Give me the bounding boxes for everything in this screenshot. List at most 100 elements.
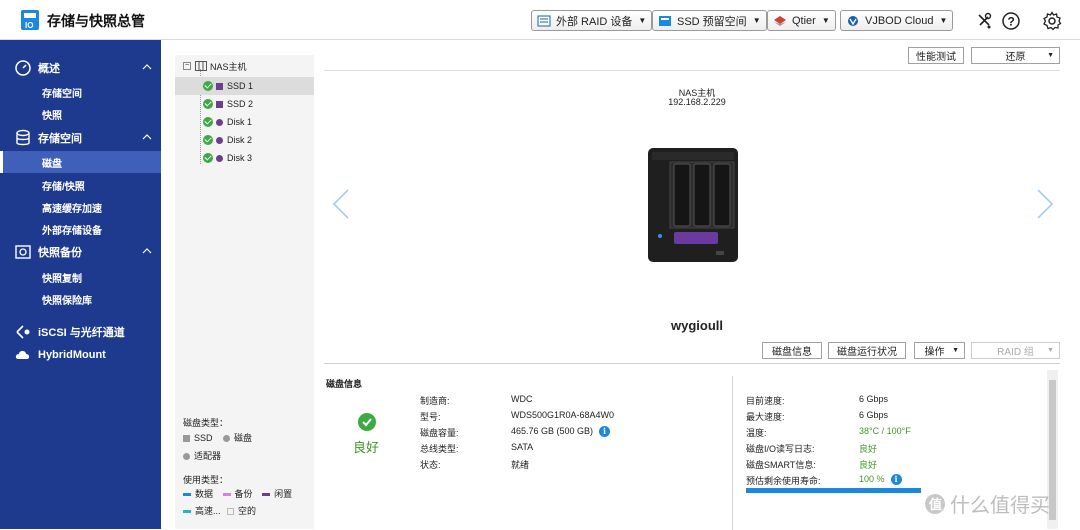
info-key: 温度:	[746, 428, 767, 438]
empty-swatch	[227, 508, 235, 516]
tree-node-disk[interactable]: Disk 3	[175, 149, 314, 167]
sidebar-item-hybridmount[interactable]: HybridMount	[0, 343, 161, 367]
prev-arrow-icon[interactable]	[332, 188, 350, 220]
tree-node-disk[interactable]: SSD 1	[175, 77, 314, 95]
sidebar-item-storage-snapshot[interactable]: 存储/快照	[0, 174, 161, 196]
app-logo-icon: IO	[21, 10, 39, 30]
info-value: 6 Gbps	[859, 394, 889, 404]
tree-node-label: Disk 1	[227, 117, 253, 127]
svg-text:?: ?	[1008, 15, 1015, 29]
iscsi-icon	[16, 325, 30, 339]
chevron-down-icon: ▼	[638, 16, 647, 25]
app-title: 存储与快照总管	[47, 13, 145, 29]
scrollbar-thumb[interactable]	[1049, 380, 1056, 520]
tree-node-disk[interactable]: SSD 2	[175, 95, 314, 113]
disk-info-button[interactable]: 磁盘信息	[762, 342, 822, 359]
disk-health-button[interactable]: 磁盘运行状况	[828, 342, 906, 359]
healthy-check-icon	[203, 135, 213, 145]
ssd-square-icon	[216, 82, 223, 90]
chevron-up-icon	[142, 64, 152, 70]
action-label: 操作	[924, 347, 945, 358]
chevron-down-icon: ▼	[752, 16, 761, 25]
data-swatch	[183, 493, 191, 497]
legend-row: 高速... 空的	[183, 504, 256, 517]
sidebar-item-snapshot-vault[interactable]: 快照保险库	[0, 288, 161, 310]
nas-hostname: wygioull	[671, 318, 723, 333]
tree-node-nas[interactable]: − NAS主机	[175, 57, 314, 75]
tree-node-label: NAS主机	[210, 61, 247, 72]
info-value: WDS500G1R0A-68A4W0	[511, 410, 615, 420]
healthy-check-icon	[203, 81, 213, 91]
info-value: 465.76 GB (500 GB)	[511, 426, 594, 436]
info-value-capacity: 465.76 GB (500 GB) i	[511, 426, 611, 438]
sidebar-item-snapshot[interactable]: 快照	[0, 103, 161, 125]
disk-status-label: 良好	[353, 440, 380, 455]
disk-info-title: 磁盘信息	[326, 379, 363, 389]
restore-label: 还原	[1005, 52, 1026, 63]
hdd-dot-icon	[216, 118, 223, 126]
svg-text:IO: IO	[25, 21, 33, 30]
legend-row: SSD 磁盘	[183, 431, 252, 444]
status-good-icon	[358, 413, 376, 431]
chevron-up-icon	[142, 248, 152, 254]
sidebar-group-overview[interactable]: 概述	[0, 56, 161, 80]
info-value-temperature: 38°C / 100°F	[859, 426, 911, 436]
legend-label: 闲置	[274, 489, 293, 499]
info-value: WDC	[511, 394, 533, 404]
info-icon[interactable]: i	[890, 474, 902, 486]
chevron-down-icon: ▼	[939, 16, 948, 25]
qtier-button[interactable]: Qtier ▼	[767, 10, 836, 31]
snapshot-backup-icon	[15, 245, 31, 259]
settings-gear-icon[interactable]	[1042, 11, 1062, 31]
tree-node-disk[interactable]: Disk 2	[175, 131, 314, 149]
help-icon[interactable]: ?	[1001, 11, 1021, 31]
sidebar-item-cache-acceleration[interactable]: 高速缓存加速	[0, 196, 161, 218]
external-raid-button[interactable]: 外部 RAID 设备 ▼	[531, 10, 653, 31]
svg-text:值: 值	[929, 497, 942, 512]
performance-test-button[interactable]: 性能测试	[908, 47, 964, 64]
info-value: 就绪	[511, 460, 530, 470]
backup-swatch	[222, 493, 231, 497]
chevron-up-icon	[142, 134, 152, 140]
ssd-reserve-label: SSD 预留空间	[677, 15, 747, 28]
info-key: 磁盘SMART信息:	[746, 460, 816, 470]
sidebar-group-snapshot-backup[interactable]: 快照备份	[0, 240, 161, 264]
action-button[interactable]: 操作 ▼	[914, 342, 965, 359]
qtier-label: Qtier	[792, 14, 816, 27]
restore-button[interactable]: 还原 ▼	[971, 47, 1060, 64]
raid-group-button[interactable]: RAID 组 ▼	[971, 342, 1060, 359]
chevron-down-icon: ▼	[952, 347, 959, 354]
ssd-reserve-button[interactable]: SSD 预留空间 ▼	[652, 10, 767, 31]
sidebar-item-external-storage[interactable]: 外部存储设备	[0, 218, 161, 240]
life-progress-fill	[746, 488, 921, 493]
sidebar-item-iscsi[interactable]: iSCSI 与光纤通道	[0, 320, 161, 344]
sidebar-item-snapshot-replica[interactable]: 快照复制	[0, 266, 161, 288]
tools-icon[interactable]	[974, 11, 994, 31]
sidebar-item-disks[interactable]: 磁盘	[0, 151, 161, 173]
divider	[324, 70, 1060, 71]
info-key: 磁盘容量:	[420, 428, 459, 438]
sidebar-group-label: 快照备份	[38, 247, 82, 259]
info-icon[interactable]: i	[599, 426, 611, 438]
sidebar-item-storage-space[interactable]: 存储空间	[0, 81, 161, 103]
sidebar-group-storage[interactable]: 存储空间	[0, 126, 161, 150]
sidebar-item-label: HybridMount	[38, 349, 106, 361]
tree-node-disk[interactable]: Disk 1	[175, 113, 314, 131]
sidebar: 概述 存储空间 快照 存储空间 磁盘 存储/快照 高速缓存加速 外部存储设备 快…	[0, 40, 161, 529]
collapse-toggle-icon[interactable]: −	[183, 62, 191, 70]
hdd-swatch	[223, 435, 231, 443]
idle-swatch	[262, 493, 271, 497]
raid-device-icon	[537, 15, 551, 26]
raid-group-label: RAID 组	[997, 347, 1034, 358]
tree-node-label: Disk 3	[227, 153, 253, 163]
vjbod-cloud-button[interactable]: VJBOD Cloud ▼	[840, 10, 954, 31]
sidebar-group-label: 存储空间	[38, 133, 82, 145]
chevron-down-icon: ▼	[821, 16, 830, 25]
hdd-dot-icon	[216, 136, 223, 144]
info-key: 制造商:	[420, 396, 450, 406]
next-arrow-icon[interactable]	[1036, 188, 1054, 220]
legend-row: 适配器	[183, 449, 221, 462]
tree-node-label: SSD 1	[227, 81, 254, 91]
tree-node-label: Disk 2	[227, 135, 253, 145]
main-panel: 性能测试 还原 ▼ NAS主机 192.168.2.229 wygioull 磁…	[314, 40, 1080, 530]
